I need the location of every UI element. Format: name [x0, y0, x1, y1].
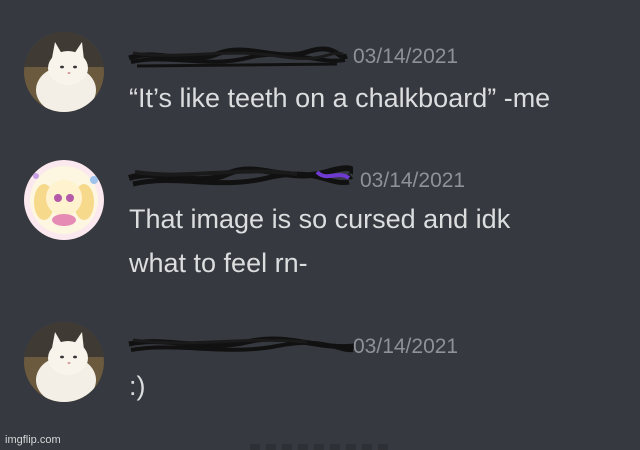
white-cat-avatar-icon [24, 32, 104, 112]
watermark: imgflip.com [5, 434, 61, 446]
avatar[interactable] [24, 160, 104, 240]
scribble-redaction-icon [128, 46, 348, 68]
message-text: :) [129, 371, 146, 401]
timestamp[interactable]: 03/14/2021 [353, 44, 458, 70]
avatar[interactable] [24, 32, 104, 112]
scribble-redaction-icon [127, 165, 353, 187]
white-cat-avatar-icon [24, 322, 104, 402]
timestamp[interactable]: 03/14/2021 [353, 334, 458, 360]
message-text: “It’s like teeth on a chalkboard” -me [129, 83, 551, 113]
timestamp[interactable]: 03/14/2021 [360, 168, 465, 194]
message-text: That image is so cursed and idk what to … [129, 204, 511, 278]
scribble-redaction-icon [128, 336, 356, 353]
username-redacted[interactable] [127, 332, 357, 358]
avatar[interactable] [24, 322, 104, 402]
cartoon-character-avatar-icon [24, 160, 104, 240]
username-redacted[interactable] [127, 162, 353, 188]
cut-off-content [250, 444, 390, 450]
username-redacted[interactable] [127, 44, 349, 70]
